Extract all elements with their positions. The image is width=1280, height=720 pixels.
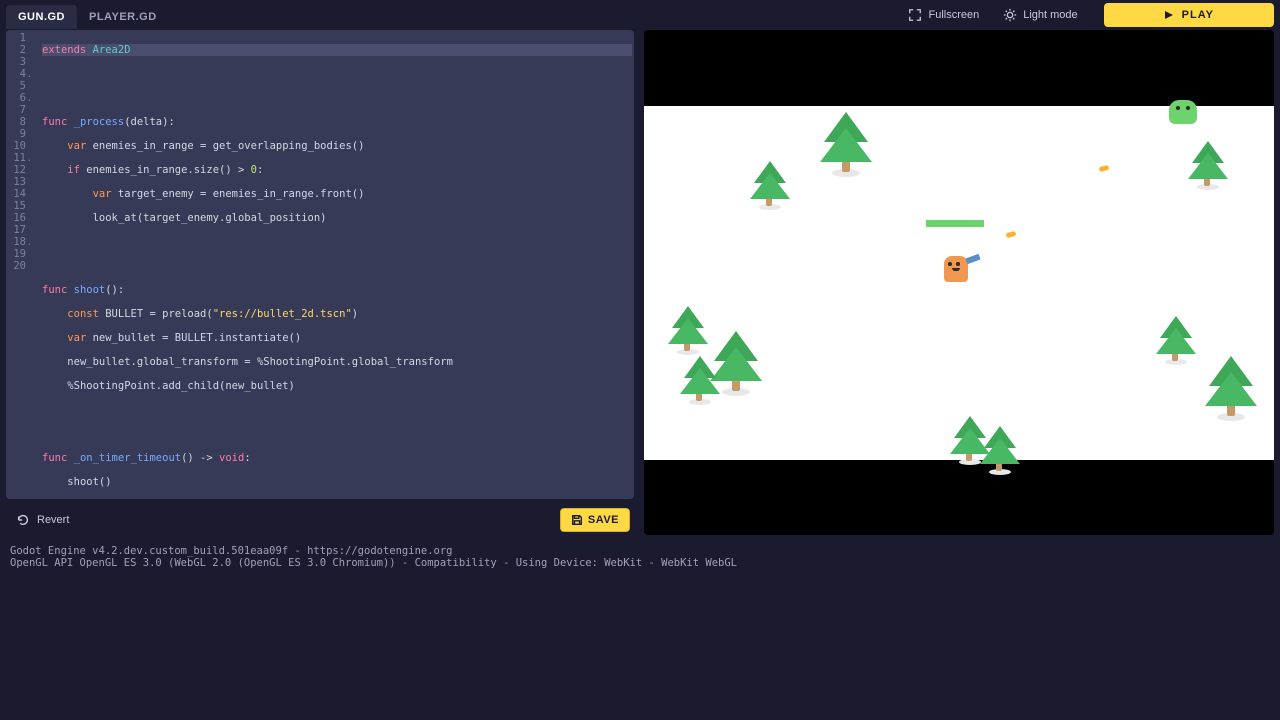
file-tabs: GUN.GD PLAYER.GD	[0, 1, 175, 29]
game-viewport[interactable]	[644, 30, 1274, 535]
code-token: new_bullet.global_transform = %ShootingP…	[67, 356, 453, 368]
code-token: Area2D	[93, 44, 131, 56]
code-token: const	[67, 308, 99, 320]
bullet-sprite	[1099, 164, 1110, 171]
editor-column: 1234567891011121314151617181920 extends …	[6, 30, 634, 535]
enemy-sprite	[1169, 100, 1197, 124]
console-line: Godot Engine v4.2.dev.custom_build.501ea…	[10, 545, 1270, 557]
code-token: _process	[74, 116, 125, 128]
fullscreen-label: Fullscreen	[928, 9, 979, 21]
play-label: PLAY	[1182, 9, 1214, 21]
main-split: 1234567891011121314151617181920 extends …	[0, 30, 1280, 535]
code-token: target_enemy = enemies_in_range.front()	[112, 188, 365, 200]
code-editor[interactable]: 1234567891011121314151617181920 extends …	[6, 30, 634, 499]
sun-icon	[1003, 8, 1017, 22]
code-token: new_bullet = BULLET.instantiate()	[86, 332, 301, 344]
code-area[interactable]: extends Area2D func _process(delta): var…	[32, 30, 634, 499]
code-token: %ShootingPoint.add_child(new_bullet)	[67, 380, 295, 392]
code-token: var	[67, 140, 86, 152]
code-token: () ->	[181, 452, 219, 464]
fullscreen-icon	[908, 8, 922, 22]
code-token: shoot()	[67, 476, 111, 488]
save-button[interactable]: SAVE	[560, 508, 630, 532]
code-token: if	[67, 164, 80, 176]
code-token: BULLET = preload(	[99, 308, 213, 320]
code-token: :	[244, 452, 250, 464]
bullet-sprite	[1006, 230, 1017, 237]
code-token: "res://bullet_2d.tscn"	[213, 308, 352, 320]
code-token: var	[93, 188, 112, 200]
save-icon	[571, 514, 583, 526]
code-token: enemies_in_range.size() >	[80, 164, 251, 176]
player-body	[944, 256, 968, 282]
game-canvas	[644, 106, 1274, 460]
health-bar	[926, 220, 984, 227]
code-token: extends	[42, 44, 86, 56]
save-label: SAVE	[588, 514, 619, 526]
code-token: look_at(target_enemy.global_position)	[93, 212, 327, 224]
code-token: :	[257, 164, 263, 176]
output-console: Godot Engine v4.2.dev.custom_build.501ea…	[0, 535, 1280, 579]
player-sprite	[944, 256, 972, 286]
code-token: func	[42, 452, 67, 464]
code-token: func	[42, 116, 67, 128]
play-button[interactable]: PLAY	[1104, 3, 1274, 27]
tab-player-gd[interactable]: PLAYER.GD	[77, 5, 169, 29]
code-token: enemies_in_range = get_overlapping_bodie…	[86, 140, 364, 152]
revert-icon	[16, 513, 30, 527]
revert-label: Revert	[37, 514, 69, 526]
code-token: ():	[105, 284, 124, 296]
gun-sprite	[965, 253, 980, 263]
revert-button[interactable]: Revert	[10, 509, 75, 531]
lightmode-button[interactable]: Light mode	[991, 2, 1089, 28]
editor-footer: Revert SAVE	[6, 505, 634, 535]
line-gutter: 1234567891011121314151617181920	[6, 30, 32, 499]
code-token: var	[67, 332, 86, 344]
fullscreen-button[interactable]: Fullscreen	[896, 2, 991, 28]
console-line: OpenGL API OpenGL ES 3.0 (WebGL 2.0 (Ope…	[10, 557, 1270, 569]
play-icon	[1164, 10, 1174, 20]
code-token: shoot	[74, 284, 106, 296]
code-token: func	[42, 284, 67, 296]
code-token: _on_timer_timeout	[74, 452, 181, 464]
code-token: )	[352, 308, 358, 320]
viewport-column	[644, 30, 1274, 535]
tab-gun-gd[interactable]: GUN.GD	[6, 5, 77, 29]
top-toolbar: GUN.GD PLAYER.GD Fullscreen Light mode P…	[0, 0, 1280, 30]
code-token: void	[219, 452, 244, 464]
code-token: (delta):	[124, 116, 175, 128]
lightmode-label: Light mode	[1023, 9, 1077, 21]
